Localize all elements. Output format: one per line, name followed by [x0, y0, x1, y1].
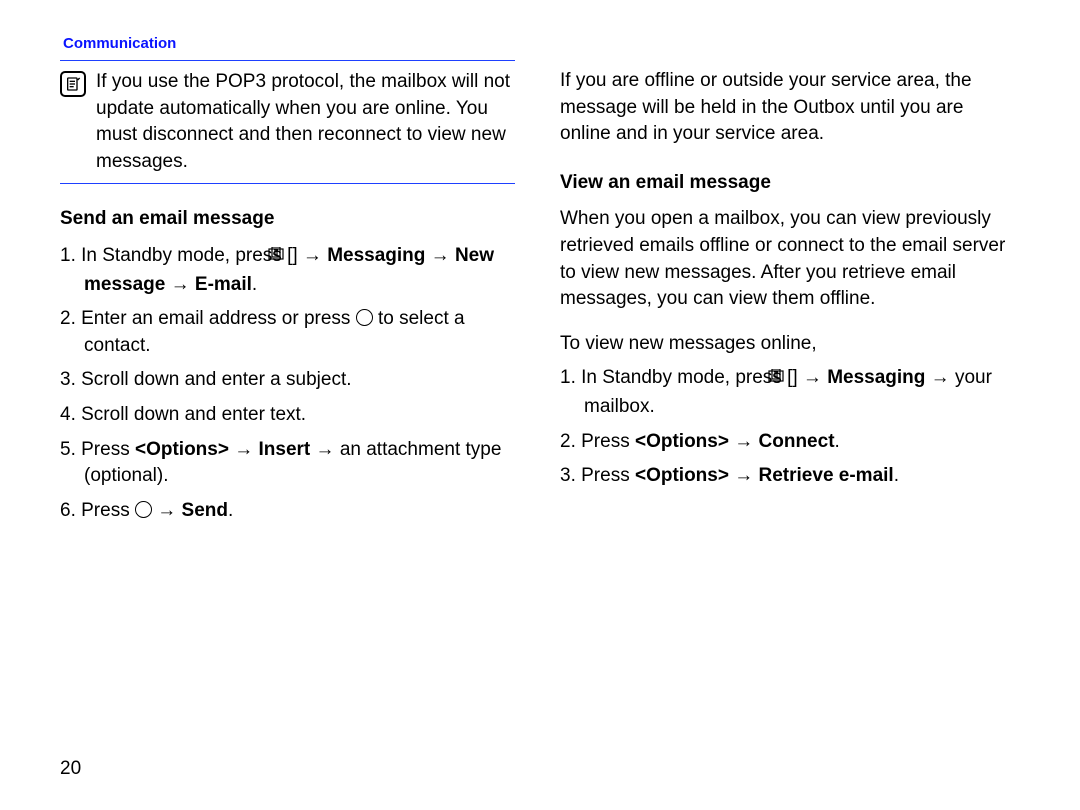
- right-column: If you are offline or outside your servi…: [560, 60, 1015, 532]
- two-column-layout: If you use the POP3 protocol, the mailbo…: [60, 60, 1015, 532]
- note-text: If you use the POP3 protocol, the mailbo…: [96, 69, 515, 175]
- page-number: 20: [60, 758, 81, 780]
- view-steps: 1. In Standby mode, press [] → Messaging…: [560, 365, 1015, 489]
- view-paragraph-1: When you open a mailbox, you can view pr…: [560, 206, 1015, 312]
- step-1: 1. In Standby mode, press [] → Messaging…: [60, 243, 515, 298]
- step-1: 1. In Standby mode, press [] → Messaging…: [560, 365, 1015, 420]
- step-4: 4. Scroll down and enter text.: [60, 402, 515, 429]
- ok-key-icon: [135, 501, 152, 518]
- step-2: 2. Press <Options> → Connect.: [560, 429, 1015, 456]
- section-title-send: Send an email message: [60, 206, 515, 233]
- manual-page: Communication If you use the POP3 protoc…: [0, 0, 1080, 810]
- note-block: If you use the POP3 protocol, the mailbo…: [60, 61, 515, 183]
- note-icon: [60, 71, 86, 97]
- view-paragraph-2: To view new messages online,: [560, 331, 1015, 358]
- divider: [60, 183, 515, 184]
- step-3: 3. Press <Options> → Retrieve e-mail.: [560, 463, 1015, 490]
- intro-paragraph: If you are offline or outside your servi…: [560, 68, 1015, 148]
- left-column: If you use the POP3 protocol, the mailbo…: [60, 60, 515, 532]
- section-title-view: View an email message: [560, 170, 1015, 197]
- step-6: 6. Press → Send.: [60, 498, 515, 525]
- step-3: 3. Scroll down and enter a subject.: [60, 367, 515, 394]
- section-header: Communication: [63, 35, 1015, 52]
- step-5: 5. Press <Options> → Insert → an attachm…: [60, 437, 515, 490]
- ok-key-icon: [356, 309, 373, 326]
- step-2: 2. Enter an email address or press to se…: [60, 306, 515, 359]
- send-steps: 1. In Standby mode, press [] → Messaging…: [60, 243, 515, 524]
